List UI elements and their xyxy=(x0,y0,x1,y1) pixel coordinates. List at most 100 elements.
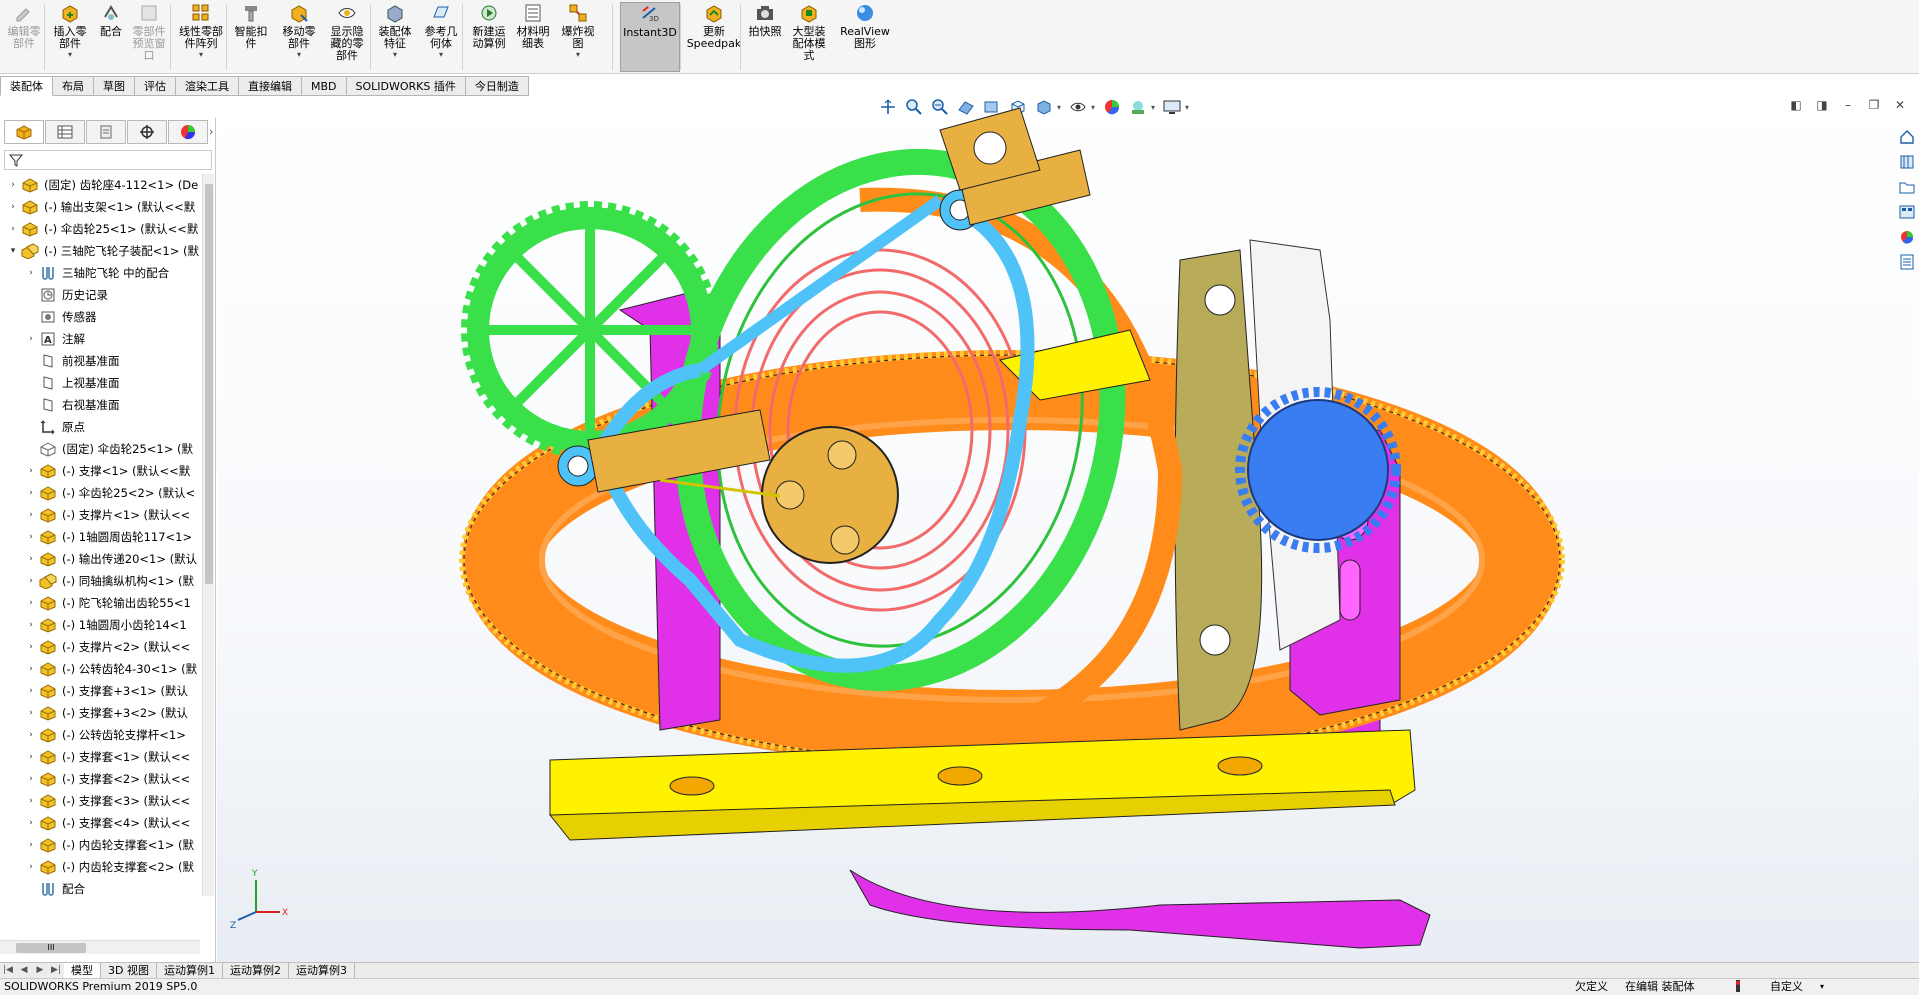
tab-3[interactable]: 评估 xyxy=(135,76,176,96)
tree-item[interactable]: (固定) 伞齿轮25<1> (默 xyxy=(0,438,200,460)
tab-5[interactable]: 直接编辑 xyxy=(239,76,302,96)
chevron-right-icon[interactable]: › xyxy=(26,840,36,850)
tree-item[interactable]: › 三轴陀飞轮 中的配合 xyxy=(0,262,200,284)
tree-horizontal-scrollbar[interactable]: III xyxy=(0,940,200,954)
tree-item[interactable]: › (-) 支撑套+3<1> (默认 xyxy=(0,680,200,702)
chevron-right-icon[interactable]: › xyxy=(26,730,36,740)
tree-vertical-scrollbar[interactable] xyxy=(202,174,214,896)
tree-item[interactable]: ▾ (-) 三轴陀飞轮子装配<1> (默 xyxy=(0,240,200,262)
bottom-tab-1[interactable]: 3D 视图 xyxy=(101,963,157,978)
tree-item[interactable]: › (-) 1轴圆周小齿轮14<1 xyxy=(0,614,200,636)
ribbon-button-linear-pattern[interactable]: 线性零部 件阵列 ▾ xyxy=(176,2,226,72)
chevron-right-icon[interactable]: › xyxy=(26,664,36,674)
tree-item[interactable]: › (固定) 齿轮座4-112<1> (De xyxy=(0,174,200,196)
chevron-right-icon[interactable]: › xyxy=(26,620,36,630)
bottom-tab-0[interactable]: 模型 xyxy=(64,963,101,978)
tab-4[interactable]: 渲染工具 xyxy=(176,76,239,96)
ribbon-button-mate[interactable]: 配合 xyxy=(98,2,124,72)
chevron-right-icon[interactable]: › xyxy=(26,708,36,718)
tree-item[interactable]: › (-) 输出传递20<1> (默认 xyxy=(0,548,200,570)
tab-8[interactable]: 今日制造 xyxy=(465,76,529,96)
dimxpert-tab-icon[interactable] xyxy=(127,120,167,144)
ribbon-button-move-component[interactable]: 移动零 部件 ▾ xyxy=(278,2,320,72)
ribbon-button-insert-component[interactable]: 插入零 部件 ▾ xyxy=(50,2,90,72)
chevron-right-icon[interactable]: › xyxy=(26,334,36,344)
tab-6[interactable]: MBD xyxy=(302,76,347,96)
ribbon-button-show-hidden-components[interactable]: 显示隐 藏的零 部件 xyxy=(326,2,368,72)
tab-2[interactable]: 草图 xyxy=(94,76,135,96)
tree-item[interactable]: › (-) 支撑套<1> (默认<< xyxy=(0,746,200,768)
display-manager-tab-icon[interactable] xyxy=(168,120,208,144)
tree-item[interactable]: 传感器 xyxy=(0,306,200,328)
chevron-down-icon[interactable]: ▾ xyxy=(576,50,580,59)
tree-item[interactable]: › (-) 内齿轮支撑套<1> (默 xyxy=(0,834,200,856)
chevron-right-icon[interactable]: › xyxy=(26,488,36,498)
ribbon-button-edit-component[interactable]: 编辑零 部件 xyxy=(4,2,44,72)
tree-item[interactable]: › (-) 支撑套<2> (默认<< xyxy=(0,768,200,790)
tree-item[interactable]: › A 注解 xyxy=(0,328,200,350)
chevron-right-icon[interactable]: › xyxy=(26,642,36,652)
ribbon-button-component-preview[interactable]: 零部件 预览窗 口 xyxy=(130,2,168,72)
chevron-down-icon[interactable]: ▾ xyxy=(8,246,18,256)
ribbon-button-smart-fasteners[interactable]: 智能扣 件 xyxy=(232,2,270,72)
tree-item[interactable]: 前视基准面 xyxy=(0,350,200,372)
tree-item[interactable]: › (-) 同轴擒纵机构<1> (默 xyxy=(0,570,200,592)
ribbon-button-large-assembly-mode[interactable]: 大型装 配体模 式 xyxy=(786,2,832,72)
chevron-right-icon[interactable]: › xyxy=(26,268,36,278)
next-tab-icon[interactable]: ▶ xyxy=(32,963,48,978)
chevron-right-icon[interactable]: › xyxy=(26,818,36,828)
tree-item[interactable]: › (-) 支撑套+3<2> (默认 xyxy=(0,702,200,724)
rebuild-indicator-icon[interactable] xyxy=(1733,979,1743,995)
tree-item[interactable]: 历史记录 xyxy=(0,284,200,306)
first-tab-icon[interactable]: |◀ xyxy=(0,963,16,978)
tree-item[interactable]: › (-) 公转齿轮支撑杆<1> xyxy=(0,724,200,746)
featuremanager-tab-icon[interactable] xyxy=(4,120,44,144)
tree-filter-bar[interactable] xyxy=(4,150,212,170)
chevron-down-icon[interactable]: ▾ xyxy=(68,50,72,59)
tab-0[interactable]: 装配体 xyxy=(0,76,53,96)
tree-item[interactable]: › (-) 支撑片<2> (默认<< xyxy=(0,636,200,658)
prev-tab-icon[interactable]: ◀ xyxy=(16,963,32,978)
tab-7[interactable]: SOLIDWORKS 插件 xyxy=(346,76,466,96)
tree-item[interactable]: 原点 xyxy=(0,416,200,438)
bottom-tab-4[interactable]: 运动算例3 xyxy=(289,963,355,978)
chevron-down-icon[interactable]: ▾ xyxy=(439,50,443,59)
ribbon-button-instant3d[interactable]: 3D Instant3D xyxy=(620,2,680,72)
status-custom[interactable]: 自定义 xyxy=(1770,979,1803,995)
chevron-right-icon[interactable]: › xyxy=(26,510,36,520)
propertymanager-tab-icon[interactable] xyxy=(45,120,85,144)
ribbon-button-exploded-view[interactable]: 爆炸视 图 ▾ xyxy=(558,2,598,72)
last-tab-icon[interactable]: ▶| xyxy=(48,963,64,978)
chevron-right-icon[interactable]: › xyxy=(26,598,36,608)
tree-item[interactable]: › (-) 伞齿轮25<1> (默认<<默 xyxy=(0,218,200,240)
tree-item[interactable]: › (-) 支撑片<1> (默认<< xyxy=(0,504,200,526)
tree-item[interactable]: › (-) 支撑套<4> (默认<< xyxy=(0,812,200,834)
configurationmanager-tab-icon[interactable] xyxy=(86,120,126,144)
tab-1[interactable]: 布局 xyxy=(53,76,94,96)
tree-item[interactable]: 上视基准面 xyxy=(0,372,200,394)
chevron-right-icon[interactable]: › xyxy=(26,862,36,872)
tree-item[interactable]: › (-) 1轴圆周齿轮117<1> xyxy=(0,526,200,548)
ribbon-button-speedpak[interactable]: 更新 Speedpak xyxy=(686,2,742,72)
chevron-down-icon[interactable]: ▾ xyxy=(393,50,397,59)
chevron-down-icon[interactable]: ▾ xyxy=(297,50,301,59)
tree-item[interactable]: › (-) 陀飞轮输出齿轮55<1 xyxy=(0,592,200,614)
tree-item[interactable]: 配合 xyxy=(0,878,200,896)
chevron-right-icon[interactable]: › xyxy=(26,554,36,564)
ribbon-button-snapshot[interactable]: 拍快照 xyxy=(746,2,784,72)
chevron-right-icon[interactable]: › xyxy=(26,796,36,806)
tree-item[interactable]: 右视基准面 xyxy=(0,394,200,416)
tree-item[interactable]: › (-) 伞齿轮25<2> (默认< xyxy=(0,482,200,504)
chevron-right-icon[interactable]: › xyxy=(8,180,18,190)
hscroll-thumb[interactable]: III xyxy=(16,943,86,953)
chevron-right-icon[interactable]: › xyxy=(8,202,18,212)
chevron-right-icon[interactable]: › xyxy=(26,576,36,586)
ribbon-button-realview[interactable]: RealView 图形 xyxy=(838,2,892,72)
units-dropdown-icon[interactable]: ▾ xyxy=(1820,979,1824,995)
chevron-right-icon[interactable]: › xyxy=(26,752,36,762)
tree-item[interactable]: › (-) 支撑<1> (默认<<默 xyxy=(0,460,200,482)
chevron-down-icon[interactable]: ▾ xyxy=(199,50,203,59)
chevron-right-icon[interactable]: › xyxy=(8,224,18,234)
tree-item[interactable]: › (-) 输出支架<1> (默认<<默 xyxy=(0,196,200,218)
assembly-3d-model[interactable]: Y X Z xyxy=(217,96,1919,966)
